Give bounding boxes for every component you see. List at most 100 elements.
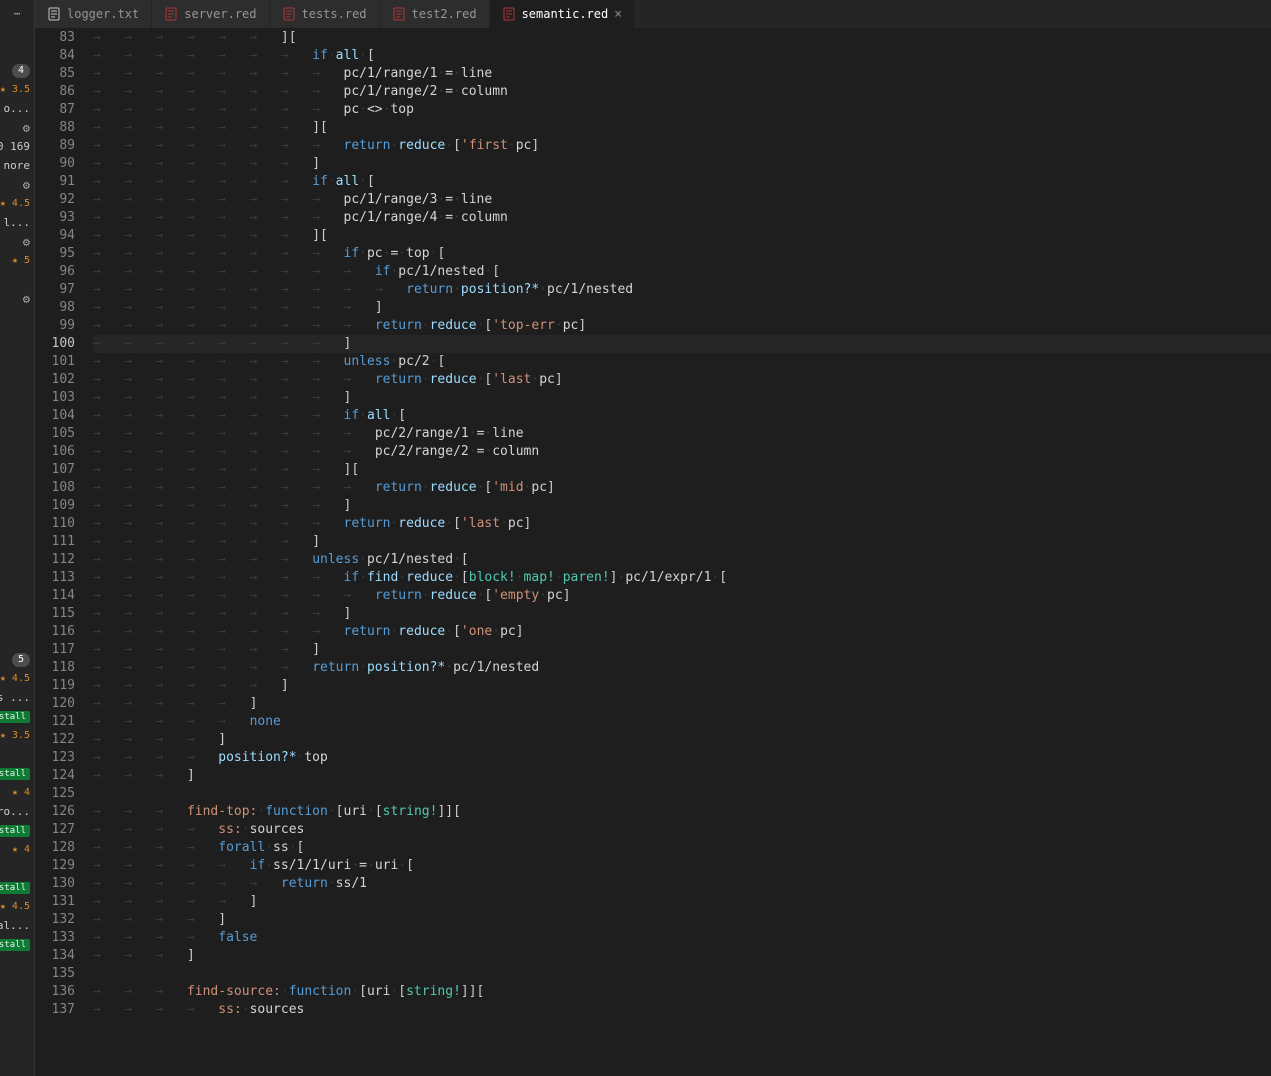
text-icon (47, 7, 61, 21)
code-line[interactable]: → → → → → → → → ] (93, 335, 1271, 353)
code-line[interactable]: → → → → forall·ss·[ (93, 839, 1271, 857)
code-line[interactable]: → → → → → → → → → → return·position?*·pc… (93, 281, 1271, 299)
code-line[interactable]: → → → → position?*·top (93, 749, 1271, 767)
editor-tab[interactable]: server.red (152, 0, 269, 28)
sidebar-row[interactable]: ⚙ (0, 118, 34, 137)
sidebar-row[interactable]: ⚙ (0, 175, 34, 194)
sidebar-row[interactable]: ⚙ (0, 289, 34, 308)
sidebar-row[interactable]: ★ 5 (0, 251, 34, 270)
editor-tabs[interactable]: logger.txtserver.redtests.redtest2.redse… (35, 0, 1271, 29)
code-line[interactable]: → → → → → → → → → return·reduce·['last·p… (93, 371, 1271, 389)
sidebar-row[interactable]: Install (0, 821, 34, 840)
code-line[interactable]: → → → → → → → → return·reduce·['last·pc] (93, 515, 1271, 533)
extensions-sidebar[interactable]: ⋯4★ 3.5o...⚙0 169nore⚙★ 4.5), l...⚙★ 5⚙5… (0, 0, 35, 1076)
close-icon[interactable]: × (614, 7, 622, 22)
code-content[interactable]: → → → → → → ][→ → → → → → → if·all·[→ → … (93, 29, 1271, 1076)
code-line[interactable]: → → → → → → → → pc·<>·top (93, 101, 1271, 119)
code-line[interactable]: → → → → → → → → if·all·[ (93, 407, 1271, 425)
code-line[interactable]: → → → → → → → if·all·[ (93, 173, 1271, 191)
code-line[interactable]: → → → → → → → → pc/1/range/3·=·line (93, 191, 1271, 209)
code-line[interactable] (93, 965, 1271, 983)
install-button[interactable]: Install (0, 939, 30, 951)
tab-label: semantic.red (522, 7, 609, 21)
star-rating: ★ 3.5 (0, 730, 30, 741)
editor-tab[interactable]: tests.red (270, 0, 380, 28)
sidebar-row[interactable]: ★ 4.5 (0, 194, 34, 213)
sidebar-row[interactable]: ★ 4.5 (0, 897, 34, 916)
install-button[interactable]: Install (0, 882, 30, 894)
code-line[interactable]: → → → → → → → → ] (93, 605, 1271, 623)
code-line[interactable]: → → → → → → → → → if·pc/1/nested·[ (93, 263, 1271, 281)
code-line[interactable]: → → → → → → → → if·pc·=·top·[ (93, 245, 1271, 263)
editor-tab[interactable]: test2.red (380, 0, 490, 28)
code-line[interactable]: → → → → → → → → ] (93, 389, 1271, 407)
line-number: 107 (43, 461, 75, 479)
code-line[interactable]: → → → → → → → return·position?*·pc/1/nes… (93, 659, 1271, 677)
install-button[interactable]: Install (0, 825, 30, 837)
code-line[interactable]: → → → → → → → → ] (93, 497, 1271, 515)
code-line[interactable]: → → → → → → → → → return·reduce·['empty·… (93, 587, 1271, 605)
code-line[interactable]: → → → → → → → ] (93, 155, 1271, 173)
code-line[interactable]: → → → → → → → → pc/1/range/2·=·column (93, 83, 1271, 101)
gear-icon[interactable]: ⚙ (23, 121, 30, 135)
install-button[interactable]: Install (0, 768, 30, 780)
code-line[interactable]: → → → find-source:·function·[uri·[string… (93, 983, 1271, 1001)
code-line[interactable]: → → → → → → → → → pc/2/range/1·=·line (93, 425, 1271, 443)
sidebar-row[interactable]: ★ 3.5 (0, 726, 34, 745)
code-line[interactable]: → → → → ss:·sources (93, 821, 1271, 839)
code-line[interactable]: → → → → → → → → → return·reduce·['top-er… (93, 317, 1271, 335)
code-line[interactable]: → → → → → → → ][ (93, 119, 1271, 137)
code-line[interactable]: → → → → → ] (93, 695, 1271, 713)
code-line[interactable]: → → → → false (93, 929, 1271, 947)
sidebar-row[interactable]: ★ 4 (0, 783, 34, 802)
code-line[interactable]: → → → → → → ][ (93, 29, 1271, 47)
code-line[interactable]: → → → → → → → ] (93, 533, 1271, 551)
install-button[interactable]: Install (0, 711, 30, 723)
code-line[interactable]: → → → → → → → → unless·pc/2·[ (93, 353, 1271, 371)
red-icon (392, 7, 406, 21)
sidebar-row (0, 536, 34, 555)
code-line[interactable]: → → → → → ] (93, 893, 1271, 911)
sidebar-row[interactable]: Install (0, 764, 34, 783)
sidebar-row[interactable]: ⚙ (0, 232, 34, 251)
more-icon[interactable]: ⋯ (0, 4, 34, 23)
code-line[interactable]: → → → ] (93, 947, 1271, 965)
code-line[interactable]: → → → → → → → ] (93, 641, 1271, 659)
code-line[interactable]: → → → → → → → → → ] (93, 299, 1271, 317)
code-line[interactable]: → → → ] (93, 767, 1271, 785)
code-editor[interactable]: 8384858687888990919293949596979899100101… (35, 29, 1271, 1076)
code-line[interactable]: → → → → → → → → pc/1/range/4·=·column (93, 209, 1271, 227)
code-line[interactable]: → → → → → none (93, 713, 1271, 731)
code-line[interactable]: → → → → ] (93, 731, 1271, 749)
gear-icon[interactable]: ⚙ (23, 178, 30, 192)
code-line[interactable]: → → → → → → → → if·find·reduce·[block!·m… (93, 569, 1271, 587)
gear-icon[interactable]: ⚙ (23, 292, 30, 306)
code-line[interactable]: → → → → ss:·sources (93, 1001, 1271, 1019)
code-line[interactable]: → → → → → → → → → pc/2/range/2·=·column (93, 443, 1271, 461)
code-line[interactable] (93, 785, 1271, 803)
code-line[interactable]: → → → → → → → ][ (93, 227, 1271, 245)
sidebar-row[interactable]: 4 (0, 61, 34, 80)
code-line[interactable]: → → → → → → → → return·reduce·['first·pc… (93, 137, 1271, 155)
sidebar-row[interactable]: 5 (0, 650, 34, 669)
code-line[interactable]: → → → → → → → → → return·reduce·['mid·pc… (93, 479, 1271, 497)
code-line[interactable]: → → → → → → → unless·pc/1/nested·[ (93, 551, 1271, 569)
editor-tab[interactable]: logger.txt (35, 0, 152, 28)
code-line[interactable]: → → → find-top:·function·[uri·[string!]]… (93, 803, 1271, 821)
code-line[interactable]: → → → → → → → → return·reduce·['one·pc] (93, 623, 1271, 641)
editor-tab[interactable]: semantic.red × (490, 0, 636, 28)
code-line[interactable]: → → → → → → ] (93, 677, 1271, 695)
code-line[interactable]: → → → → → → → if·all·[ (93, 47, 1271, 65)
sidebar-row[interactable]: ★ 3.5 (0, 80, 34, 99)
sidebar-row[interactable]: Install (0, 878, 34, 897)
code-line[interactable]: → → → → → → → → ][ (93, 461, 1271, 479)
code-line[interactable]: → → → → → → → → pc/1/range/1·=·line (93, 65, 1271, 83)
code-line[interactable]: → → → → → if·ss/1/1/uri·=·uri·[ (93, 857, 1271, 875)
code-line[interactable]: → → → → ] (93, 911, 1271, 929)
sidebar-row[interactable]: ★ 4 (0, 840, 34, 859)
code-line[interactable]: → → → → → → return·ss/1 (93, 875, 1271, 893)
gear-icon[interactable]: ⚙ (23, 235, 30, 249)
sidebar-row[interactable]: Install (0, 935, 34, 954)
sidebar-row[interactable]: Install (0, 707, 34, 726)
sidebar-row[interactable]: ★ 4.5 (0, 669, 34, 688)
